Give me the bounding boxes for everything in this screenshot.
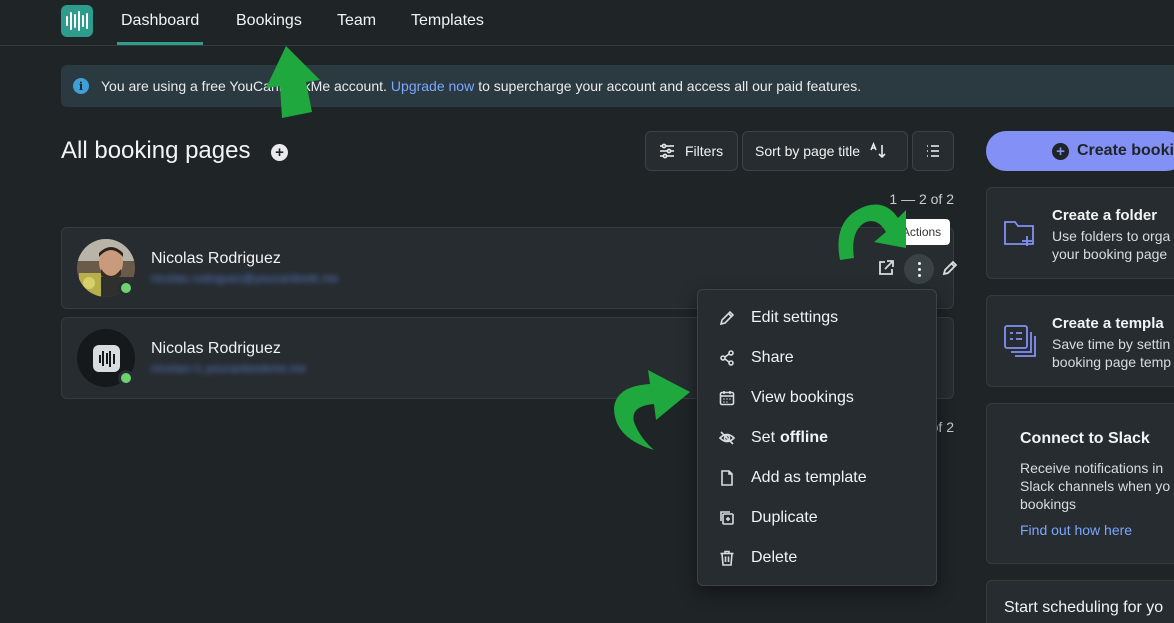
menu-item-label: Share (751, 349, 794, 366)
menu-item-delete[interactable]: Delete (698, 538, 936, 578)
connect-slack-card: Connect to Slack Receive notifications i… (986, 403, 1174, 564)
create-button-label: Create booki (1077, 142, 1174, 159)
banner-text-after: to supercharge your account and access a… (478, 78, 862, 94)
card-title: Create a folder (1052, 207, 1158, 224)
pencil-icon (719, 310, 735, 326)
create-booking-page-button[interactable]: + Create booki (986, 131, 1174, 171)
file-icon (721, 470, 733, 486)
filters-label: Filters (685, 143, 724, 159)
annotation-arrow-up-icon (266, 46, 320, 118)
tab-team[interactable]: Team (337, 12, 376, 30)
menu-item-label: Duplicate (751, 509, 818, 526)
filters-button[interactable]: Filters (645, 131, 738, 171)
tab-dashboard[interactable]: Dashboard (116, 12, 204, 45)
sort-button[interactable]: Sort by page title (742, 131, 908, 171)
tab-templates[interactable]: Templates (411, 12, 484, 30)
template-icon (1004, 325, 1036, 357)
menu-item-label: Edit settings (751, 309, 839, 326)
pencil-icon[interactable] (939, 257, 961, 279)
plus-icon: + (1052, 143, 1069, 160)
youcanbookme-logo-icon[interactable] (61, 5, 93, 37)
page-title: All booking pages (61, 137, 251, 164)
menu-item-label: View bookings (751, 389, 854, 406)
slack-learn-more-link[interactable]: Find out how here (1020, 522, 1132, 538)
sort-az-icon (870, 142, 886, 159)
menu-item-bold: offline (780, 429, 829, 446)
menu-item-label: Add as template (751, 469, 867, 486)
view-toggle-button[interactable] (912, 131, 954, 171)
start-scheduling-card: Start scheduling for yo (986, 580, 1174, 623)
online-status-dot (118, 280, 134, 296)
menu-item-set-offline[interactable]: Set offline (698, 418, 936, 458)
card-title: Create a templa (1052, 315, 1164, 332)
menu-item-duplicate[interactable]: Duplicate (698, 498, 936, 538)
create-template-card[interactable]: Create a templa Save time by settin book… (986, 295, 1174, 387)
menu-item-label: Delete (751, 549, 798, 566)
top-nav: Dashboard Bookings Team Templates (0, 0, 1174, 46)
annotation-arrow-curve-icon (838, 204, 906, 260)
trash-icon (720, 550, 734, 566)
info-icon: i (73, 78, 89, 94)
banner-text-before: You are using a free YouCanBookMe accoun… (101, 78, 387, 94)
upgrade-banner: i You are using a free YouCanBookMe acco… (61, 65, 1174, 107)
card-desc: Receive notifications in Slack channels … (1020, 460, 1171, 512)
card-name: Nicolas Rodriguez (151, 340, 281, 357)
card-title: Connect to Slack (1020, 430, 1150, 447)
create-folder-card[interactable]: Create a folder Use folders to orga your… (986, 187, 1174, 279)
card-title: Start scheduling for yo (1004, 599, 1164, 616)
folder-plus-icon (1004, 221, 1034, 246)
actions-menu: Edit settings Share View bookings Set off… (697, 289, 937, 586)
tab-bookings[interactable]: Bookings (236, 12, 302, 30)
duplicate-icon (720, 511, 734, 525)
card-desc: booking page temp (1052, 354, 1172, 370)
upgrade-link[interactable]: Upgrade now (391, 78, 474, 94)
online-status-dot (118, 370, 134, 386)
card-name: Nicolas Rodriguez (151, 250, 281, 267)
calendar-icon (719, 391, 735, 406)
youcanbookme-logo-icon (93, 345, 120, 372)
share-icon (720, 350, 734, 366)
card-desc: your booking page (1052, 246, 1168, 262)
add-booking-page-icon[interactable]: + (271, 144, 288, 161)
filters-icon (660, 143, 674, 159)
card-desc: Use folders to orga (1052, 228, 1171, 244)
list-view-icon (927, 145, 939, 157)
card-desc: Save time by settin (1052, 336, 1171, 352)
sort-label: Sort by page title (755, 143, 861, 159)
menu-item-share[interactable]: Share (698, 338, 936, 378)
eye-off-icon (718, 431, 736, 445)
annotation-arrow-curve-icon (614, 370, 690, 450)
menu-item-view-bookings[interactable]: View bookings (698, 378, 936, 418)
menu-item-edit-settings[interactable]: Edit settings (698, 298, 936, 338)
card-email: nicolas+1.youcanbookme.me (151, 363, 307, 375)
card-email: nicolas.rodriguez@youcanbook.me (151, 273, 339, 285)
menu-item-label: Set (751, 429, 776, 446)
menu-item-add-as-template[interactable]: Add as template (698, 458, 936, 498)
